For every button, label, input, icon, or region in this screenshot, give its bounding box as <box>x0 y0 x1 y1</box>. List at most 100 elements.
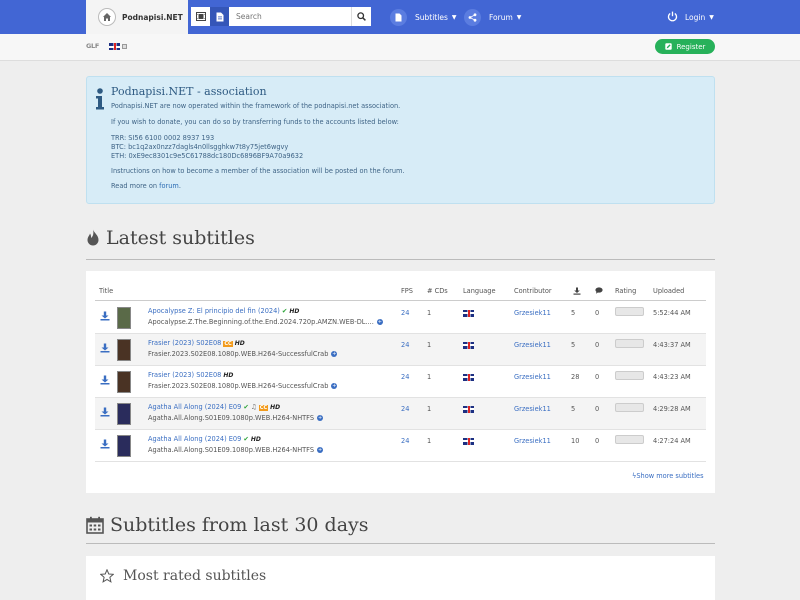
register-button[interactable]: Register <box>655 39 715 54</box>
uk-flag-icon <box>109 43 120 50</box>
contributor-link[interactable]: Grzesiek11 <box>514 437 551 445</box>
poster-thumbnail[interactable] <box>117 371 131 393</box>
column-cds[interactable]: # CDs <box>427 287 448 295</box>
file-filter-button[interactable] <box>210 7 229 26</box>
contributor-link[interactable]: Grzesiek11 <box>514 405 551 413</box>
chevron-down-icon: ▼ <box>709 13 714 21</box>
download-button[interactable] <box>100 311 110 323</box>
music-icon: ♫ <box>250 403 257 411</box>
table-row: Agatha All Along (2024) E09 ✔ ♫ CC HD Agatha… <box>95 398 706 430</box>
nav-forum[interactable]: Forum ▼ <box>464 8 521 26</box>
contributor-link[interactable]: Grzesiek11 <box>514 309 551 317</box>
subtitle-title-text: Apocalypse Z: El principio del fin (2024… <box>148 307 280 315</box>
read-more-text: Read more on <box>111 182 158 190</box>
plus-circle-icon[interactable]: + <box>331 383 338 389</box>
release-text: Agatha.All.Along.S01E09.1080p.WEB.H264-N… <box>148 414 315 422</box>
release-text: Frasier.2023.S02E08.1080p.WEB.H264-Succe… <box>148 382 329 390</box>
fps-value: 24 <box>401 373 410 381</box>
table-row: Apocalypse Z: El principio del fin (2024… <box>95 302 706 334</box>
plus-circle-icon[interactable]: + <box>376 319 383 325</box>
language-flag <box>463 341 474 349</box>
most-rated-heading: Most rated subtitles <box>100 568 266 584</box>
release-text: Frasier.2023.S02E08.1080p.WEB.H264-Succe… <box>148 350 329 358</box>
info-read-more: Read more on forum. <box>111 182 181 190</box>
table-header-divider <box>95 300 706 301</box>
plus-circle-icon[interactable]: + <box>317 415 324 421</box>
fps-value: 24 <box>401 405 410 413</box>
column-rating[interactable]: Rating <box>615 287 636 295</box>
column-comments[interactable] <box>595 287 603 296</box>
info-btc: BTC: bc1q2ax0nzz7dagls4n0llsgghkw7t8y75j… <box>111 143 289 151</box>
download-button[interactable] <box>100 343 110 355</box>
column-contributor[interactable]: Contributor <box>514 287 552 295</box>
column-uploaded[interactable]: Uploaded <box>653 287 684 295</box>
downloads-count: 5 <box>571 341 576 349</box>
cds-value: 1 <box>427 373 432 381</box>
fps-value: 24 <box>401 309 410 317</box>
download-button[interactable] <box>100 439 110 451</box>
cds-value: 1 <box>427 405 432 413</box>
subtitle-title[interactable]: Agatha All Along (2024) E09 ✔ HD <box>148 435 261 443</box>
poster-thumbnail[interactable] <box>117 339 131 361</box>
download-icon <box>100 343 110 353</box>
nav-login[interactable]: Login ▼ <box>667 8 714 26</box>
contributor-link[interactable]: Grzesiek11 <box>514 341 551 349</box>
download-button[interactable] <box>100 375 110 387</box>
poster-thumbnail[interactable] <box>117 435 131 457</box>
language-selector[interactable] <box>109 43 127 50</box>
nav-login-label: Login <box>685 12 706 22</box>
poster-thumbnail[interactable] <box>117 307 131 329</box>
show-more-subtitles-link[interactable]: ϟShow more subtitles <box>632 472 704 480</box>
subtitle-title[interactable]: Apocalypse Z: El principio del fin (2024… <box>148 307 299 315</box>
info-line-3: Instructions on how to become a member o… <box>111 167 405 175</box>
downloads-count: 28 <box>571 373 580 381</box>
uploaded-time: 4:27:24 AM <box>653 437 691 445</box>
hd-badge: HD <box>223 372 234 379</box>
hd-badge: HD <box>289 308 300 315</box>
uk-flag-icon <box>463 373 474 381</box>
search-button[interactable] <box>351 7 371 26</box>
uploaded-time: 5:52:44 AM <box>653 309 691 317</box>
cds-value: 1 <box>427 341 432 349</box>
download-button[interactable] <box>100 407 110 419</box>
release-text: Apocalypse.Z.The.Beginning.of.the.End.20… <box>148 318 374 326</box>
subtitle-title[interactable]: Agatha All Along (2024) E09 ✔ ♫ CC HD <box>148 403 280 411</box>
subtitle-title-text: Agatha All Along (2024) E09 <box>148 435 242 443</box>
section-divider <box>86 543 715 544</box>
column-title[interactable]: Title <box>99 287 113 295</box>
forum-link[interactable]: forum <box>159 182 179 190</box>
column-language[interactable]: Language <box>463 287 496 295</box>
poster-thumbnail[interactable] <box>117 403 131 425</box>
download-icon <box>100 311 110 321</box>
table-row: Agatha All Along (2024) E09 ✔ HD Agatha.Al… <box>95 430 706 462</box>
search-input[interactable] <box>229 7 351 26</box>
brand-link[interactable]: Podnapisi.NET <box>86 0 188 34</box>
contributor-link[interactable]: Grzesiek11 <box>514 373 551 381</box>
downloads-count: 5 <box>571 309 576 317</box>
language-flag <box>463 405 474 413</box>
subtitle-title[interactable]: Frasier (2023) S02E08 CC HD <box>148 339 245 347</box>
downloads-count: 5 <box>571 405 576 413</box>
comments-count: 0 <box>595 405 600 413</box>
check-icon: ✔ <box>243 435 249 443</box>
hd-badge: HD <box>234 340 245 347</box>
info-eth: ETH: 0xE9ec8301c9e5C61788dc180Dc6896BF9A… <box>111 152 304 160</box>
nav-subtitles-label: Subtitles <box>415 12 448 22</box>
comments-count: 0 <box>595 373 600 381</box>
hd-badge: HD <box>250 436 261 443</box>
column-fps[interactable]: FPS <box>401 287 413 295</box>
download-icon <box>100 375 110 385</box>
fps-value: 24 <box>401 437 410 445</box>
subtitle-title[interactable]: Frasier (2023) S02E08 HD <box>148 371 233 379</box>
plus-circle-icon[interactable]: + <box>331 351 338 357</box>
film-filter-button[interactable] <box>191 7 210 26</box>
download-icon <box>100 439 110 449</box>
info-line-1: Podnapisi.NET are now operated within th… <box>111 102 401 110</box>
info-line-2: If you wish to donate, you can do so by … <box>111 118 399 126</box>
column-downloads[interactable] <box>573 287 581 297</box>
nav-subtitles[interactable]: Subtitles ▼ <box>390 8 456 26</box>
language-flag <box>463 373 474 381</box>
comments-count: 0 <box>595 437 600 445</box>
plus-circle-icon[interactable]: + <box>317 447 324 453</box>
glf-logo[interactable]: GLF <box>86 42 99 50</box>
